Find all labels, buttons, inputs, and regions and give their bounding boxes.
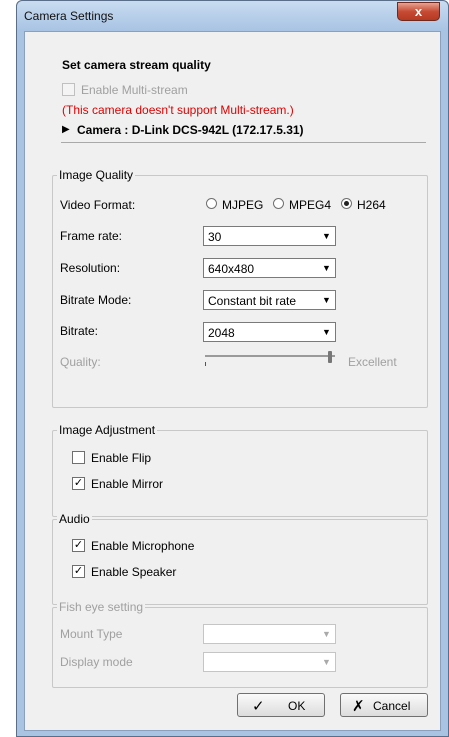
chevron-down-icon[interactable]: ▼	[319, 292, 334, 308]
quality-slider-thumb[interactable]	[328, 351, 332, 363]
enable-flip-label: Enable Flip	[91, 451, 152, 465]
chevron-down-icon[interactable]: ▼	[319, 260, 334, 276]
ok-button[interactable]: ✓ OK	[237, 693, 325, 717]
audio-group-label: Audio	[57, 512, 92, 526]
header-divider	[61, 142, 426, 143]
audio-group: Audio	[52, 512, 428, 605]
chevron-down-icon[interactable]: ▼	[319, 324, 334, 340]
camera-settings-window: Camera Settings x Set camera stream qual…	[16, 0, 449, 737]
quality-slider-track	[205, 355, 335, 357]
bitrate-value: 2048	[208, 326, 235, 340]
bitrate-label: Bitrate:	[60, 324, 99, 338]
bitrate-mode-value: Constant bit rate	[208, 294, 297, 308]
format-radio-mpeg4[interactable]	[273, 198, 284, 209]
stream-quality-heading: Set camera stream quality	[62, 58, 211, 72]
x-icon: ✗	[352, 698, 365, 715]
frame-rate-value: 30	[208, 230, 222, 244]
frame-rate-label: Frame rate:	[60, 229, 123, 243]
video-format-label: Video Format:	[60, 198, 136, 212]
frame-rate-select[interactable]: 30 ▼	[203, 226, 336, 246]
dialog-body: Set camera stream quality Enable Multi-s…	[24, 31, 441, 731]
check-icon: ✓	[73, 539, 84, 551]
enable-mirror-label: Enable Mirror	[91, 477, 164, 491]
image-adjustment-group-label: Image Adjustment	[57, 423, 158, 437]
window-title: Camera Settings	[24, 9, 114, 23]
checkmark-icon: ✓	[252, 698, 265, 715]
ok-label: OK	[288, 699, 306, 713]
fisheye-group-label: Fish eye setting	[57, 600, 146, 614]
close-button[interactable]: x	[397, 2, 440, 21]
chevron-down-icon[interactable]: ▼	[319, 626, 334, 642]
enable-speaker-checkbox[interactable]: ✓	[72, 565, 85, 578]
display-mode-label: Display mode	[60, 655, 133, 669]
format-radio-mjpeg[interactable]	[206, 198, 217, 209]
close-icon: x	[414, 4, 423, 19]
format-label-mpeg4: MPEG4	[289, 198, 332, 212]
format-radio-h264[interactable]	[341, 198, 352, 209]
multi-stream-warning: (This camera doesn't support Multi-strea…	[62, 103, 294, 117]
fisheye-group: Fish eye setting	[52, 600, 428, 688]
chevron-down-icon[interactable]: ▼	[319, 654, 334, 670]
quality-slider-tick	[205, 362, 206, 366]
title-bar[interactable]: Camera Settings x	[17, 1, 448, 31]
resolution-select[interactable]: 640x480 ▼	[203, 258, 336, 278]
enable-speaker-label: Enable Speaker	[91, 565, 177, 579]
enable-microphone-checkbox[interactable]: ✓	[72, 539, 85, 552]
enable-microphone-label: Enable Microphone	[91, 539, 195, 553]
cancel-label: Cancel	[373, 699, 411, 713]
enable-flip-checkbox[interactable]	[72, 451, 85, 464]
chevron-down-icon[interactable]: ▼	[319, 228, 334, 244]
check-icon: ✓	[73, 565, 84, 577]
format-label-h264: H264	[357, 198, 386, 212]
bitrate-mode-label: Bitrate Mode:	[60, 293, 132, 307]
cancel-button[interactable]: ✗ Cancel	[340, 693, 428, 717]
display-mode-select[interactable]: ▼	[203, 652, 336, 672]
mount-type-select[interactable]: ▼	[203, 624, 336, 644]
image-quality-group-label: Image Quality	[57, 168, 136, 182]
enable-multi-stream-checkbox[interactable]	[62, 83, 75, 96]
mount-type-label: Mount Type	[60, 627, 123, 641]
resolution-value: 640x480	[208, 262, 255, 276]
camera-name-label: Camera : D-Link DCS-942L (172.17.5.31)	[77, 123, 304, 137]
resolution-label: Resolution:	[60, 261, 121, 275]
quality-slider[interactable]	[205, 351, 335, 368]
image-adjustment-group: Image Adjustment	[52, 423, 428, 517]
quality-max-label: Excellent	[348, 355, 397, 369]
bitrate-mode-select[interactable]: Constant bit rate ▼	[203, 290, 336, 310]
expand-arrow-icon[interactable]: ▶	[62, 124, 70, 135]
enable-multi-stream-label: Enable Multi-stream	[81, 83, 188, 97]
check-icon: ✓	[73, 477, 84, 489]
bitrate-select[interactable]: 2048 ▼	[203, 322, 336, 342]
format-label-mjpeg: MJPEG	[222, 198, 264, 212]
enable-mirror-checkbox[interactable]: ✓	[72, 477, 85, 490]
quality-label: Quality:	[60, 355, 101, 369]
